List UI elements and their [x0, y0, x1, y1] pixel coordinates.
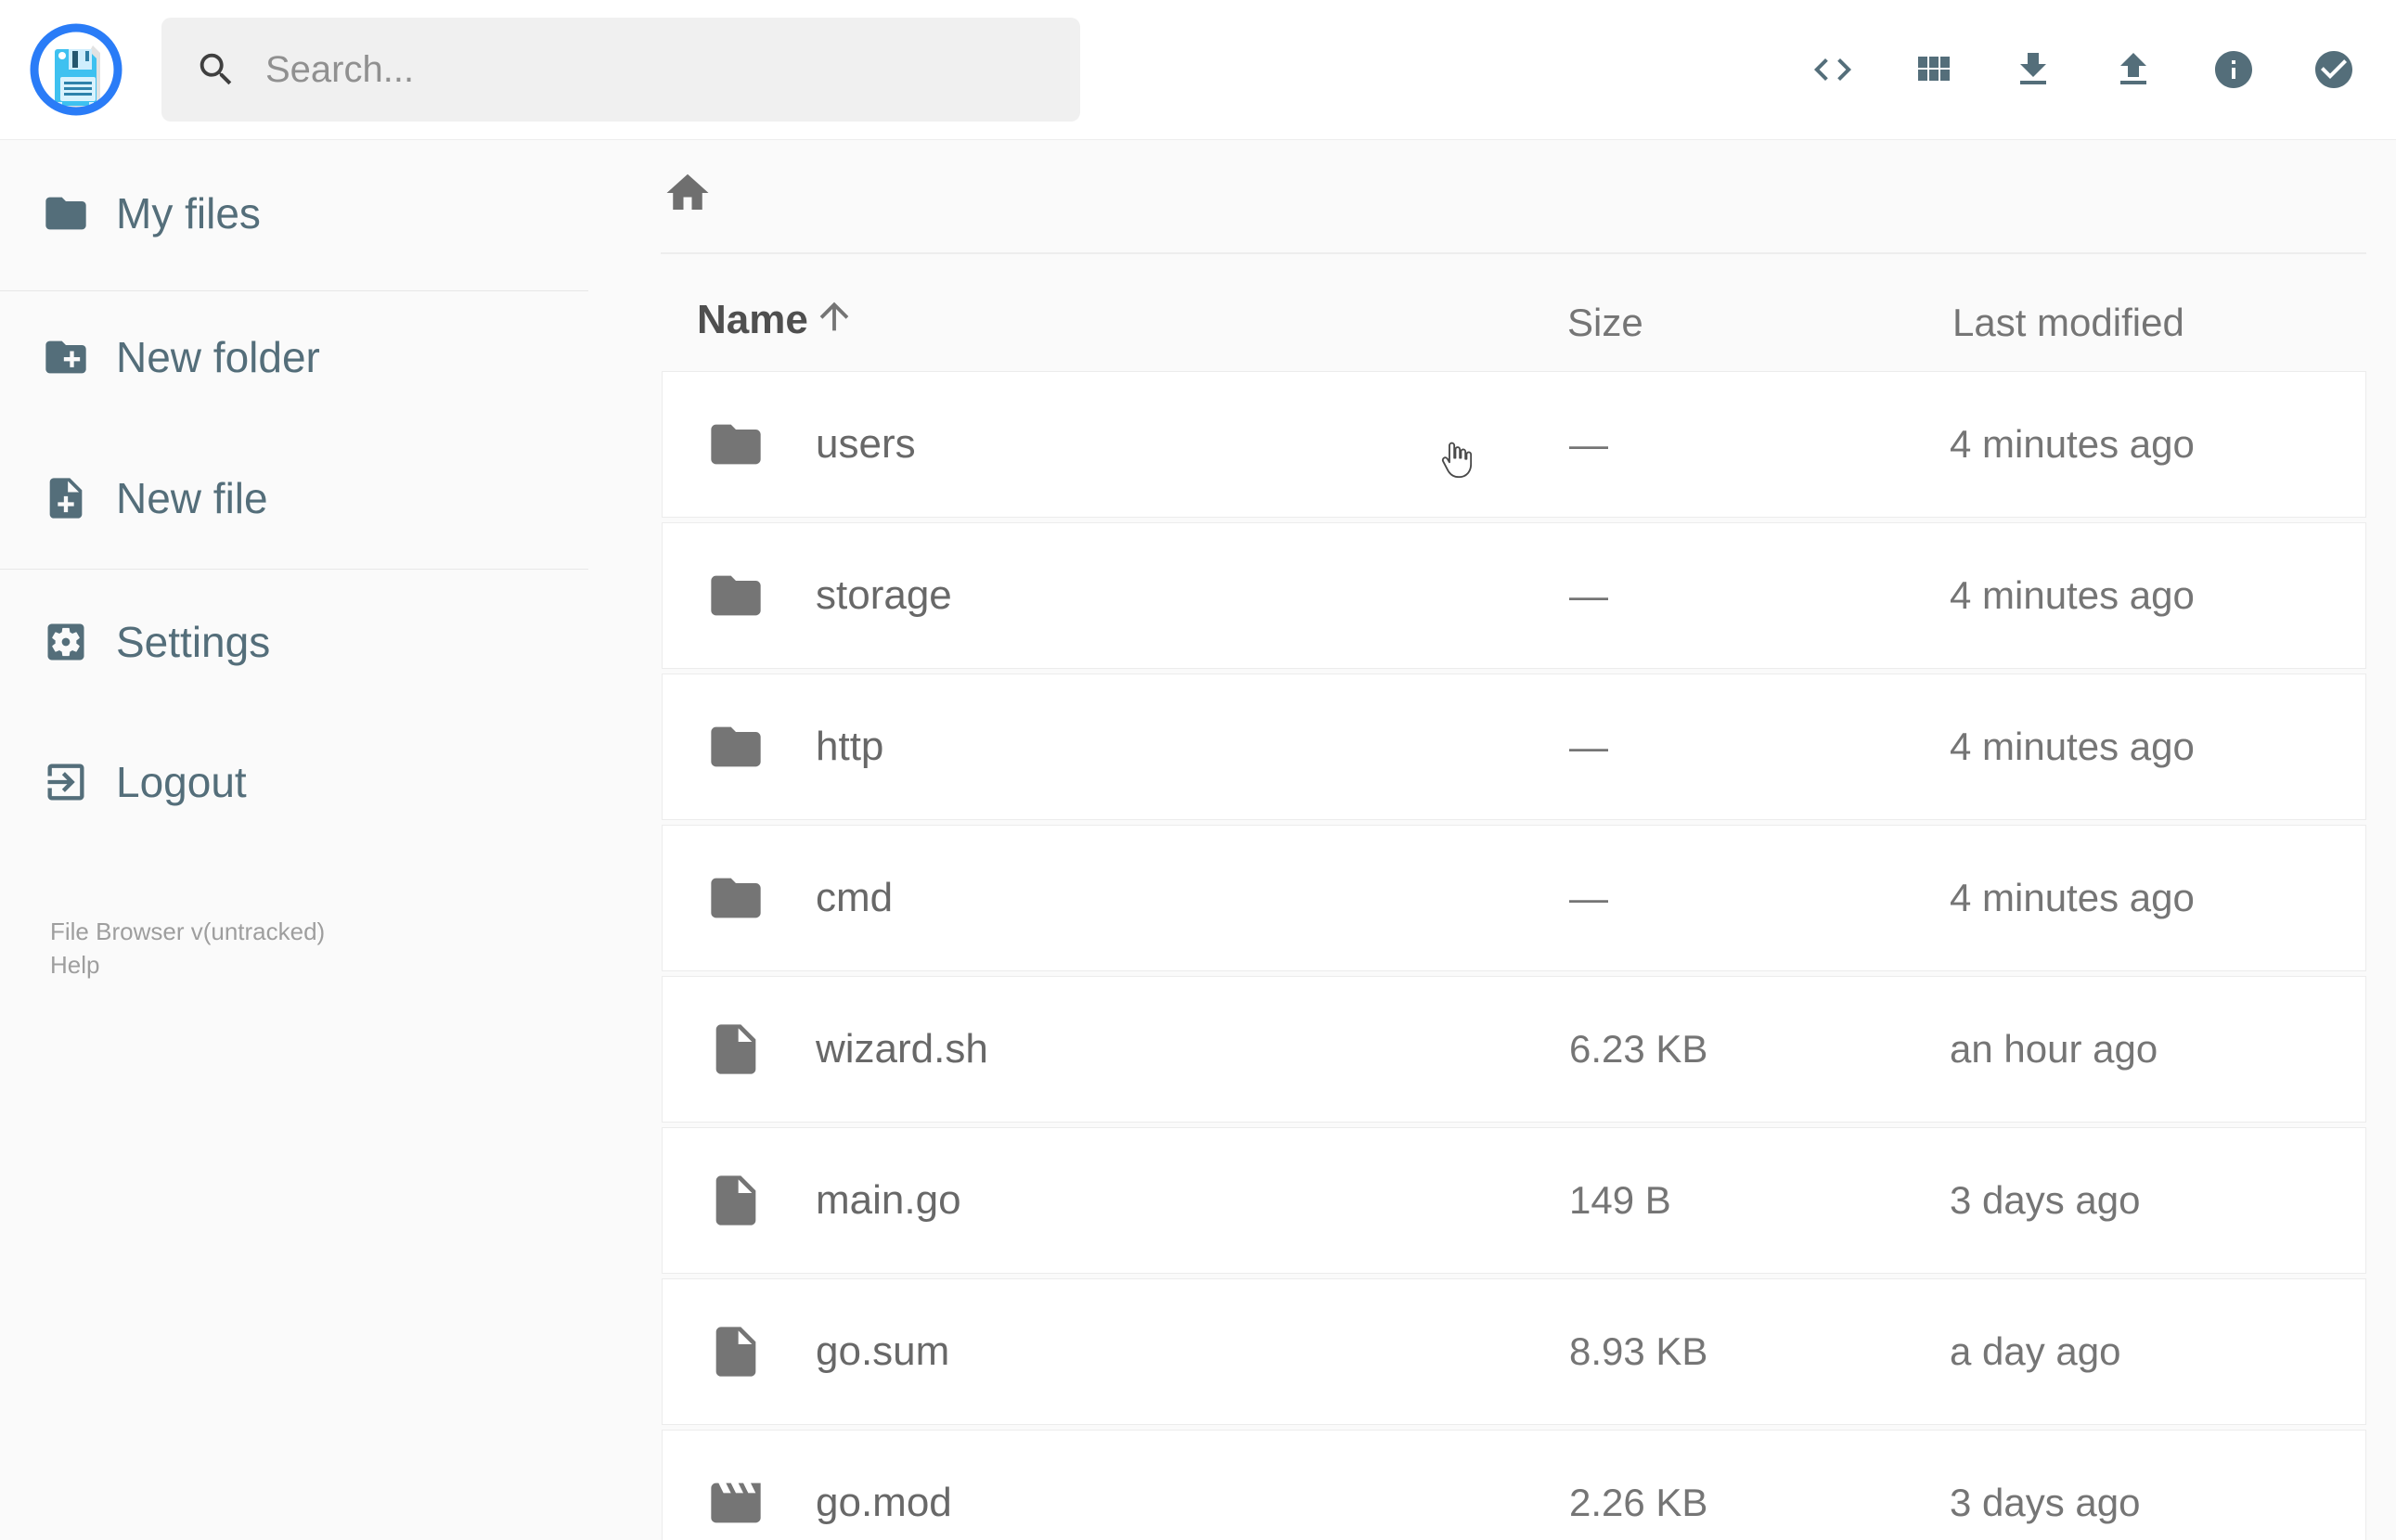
file-modified: 3 days ago — [1950, 1178, 2141, 1222]
file-name: storage — [816, 572, 952, 618]
code-icon — [1810, 47, 1855, 92]
file-modified: 3 days ago — [1950, 1481, 2141, 1524]
file-name: cmd — [816, 875, 894, 920]
download-icon — [2011, 47, 2055, 92]
logout-icon — [42, 758, 90, 806]
file-row-storage[interactable]: storage — 4 minutes ago — [662, 522, 2366, 669]
info-button[interactable] — [2211, 47, 2256, 92]
search-icon — [195, 48, 238, 91]
file-row-wizard-sh[interactable]: wizard.sh 6.23 KB an hour ago — [662, 976, 2366, 1123]
switch-view-button[interactable] — [1911, 47, 1955, 92]
file-name: main.go — [816, 1177, 961, 1223]
sidebar-item-logout[interactable]: Logout — [0, 722, 588, 842]
sidebar-item-new-file[interactable]: New file — [0, 438, 588, 558]
file-name: go.sum — [816, 1328, 950, 1374]
file-size: 2.26 KB — [1569, 1481, 1708, 1524]
raw-view-button — [1810, 47, 1855, 92]
help-link[interactable]: Help — [50, 948, 325, 982]
sidebar-item-new-folder[interactable]: New folder — [0, 297, 588, 417]
folder-icon — [706, 415, 766, 474]
file-name: wizard.sh — [816, 1026, 988, 1072]
file-size: 6.23 KB — [1569, 1027, 1708, 1071]
file-name: go.mod — [816, 1480, 952, 1525]
file-icon — [706, 1322, 766, 1381]
new-folder-icon — [42, 333, 90, 381]
column-header-name[interactable]: Name — [697, 297, 808, 343]
file-name: users — [816, 421, 916, 467]
download-button[interactable] — [2011, 47, 2055, 92]
search-placeholder: Search... — [265, 48, 415, 90]
sidebar-item-label: My files — [116, 189, 261, 237]
file-size: — — [1569, 725, 1608, 768]
column-header-modified[interactable]: Last modified — [1952, 301, 2184, 345]
column-header-size[interactable]: Size — [1567, 301, 1643, 345]
filebrowser-logo-icon[interactable] — [28, 21, 124, 118]
file-modified: 4 minutes ago — [1950, 573, 2195, 617]
folder-icon — [706, 868, 766, 928]
file-size: 149 B — [1569, 1178, 1671, 1222]
sidebar-item-label: Logout — [116, 758, 247, 806]
sidebar-item-my-files[interactable]: My files — [0, 153, 588, 274]
file-row-main-go[interactable]: main.go 149 B 3 days ago — [662, 1127, 2366, 1274]
sort-ascending-icon — [813, 295, 856, 338]
file-row-go-sum[interactable]: go.sum 8.93 KB a day ago — [662, 1278, 2366, 1425]
upload-icon — [2111, 47, 2156, 92]
file-row-go-mod[interactable]: go.mod 2.26 KB 3 days ago — [662, 1430, 2366, 1540]
file-icon — [706, 1171, 766, 1230]
file-size: — — [1569, 573, 1608, 617]
file-modified: an hour ago — [1950, 1027, 2158, 1071]
sidebar-item-label: New folder — [116, 333, 320, 381]
file-modified: 4 minutes ago — [1950, 876, 2195, 919]
file-row-http[interactable]: http — 4 minutes ago — [662, 674, 2366, 820]
sidebar-divider — [0, 290, 588, 291]
folder-icon — [706, 566, 766, 625]
folder-icon — [706, 717, 766, 776]
select-multiple-button[interactable] — [2312, 47, 2356, 92]
toolbar-actions — [1810, 0, 2356, 139]
file-name: http — [816, 724, 884, 769]
grid-icon — [1911, 47, 1955, 92]
file-row-users[interactable]: users — 4 minutes ago — [662, 371, 2366, 518]
sidebar-item-label: Settings — [116, 618, 271, 666]
file-icon — [706, 1020, 766, 1079]
file-size: 8.93 KB — [1569, 1329, 1708, 1373]
home-icon — [663, 168, 713, 218]
sidebar-item-label: New file — [116, 474, 268, 522]
top-bar: Search... — [0, 0, 2396, 139]
sidebar-item-settings[interactable]: Settings — [0, 582, 588, 702]
file-row-cmd[interactable]: cmd — 4 minutes ago — [662, 825, 2366, 971]
search-input[interactable]: Search... — [161, 18, 1080, 122]
movie-icon — [706, 1473, 766, 1533]
breadcrumb-divider — [661, 252, 2366, 254]
settings-icon — [42, 618, 90, 666]
file-size: — — [1569, 876, 1608, 919]
info-icon — [2211, 47, 2256, 92]
app-version: File Browser v(untracked) — [50, 918, 326, 945]
breadcrumb-home-button[interactable] — [663, 168, 713, 218]
file-modified: 4 minutes ago — [1950, 725, 2195, 768]
sidebar-footer: File Browser v(untracked) Help — [50, 915, 325, 982]
new-file-icon — [42, 474, 90, 522]
file-modified: a day ago — [1950, 1329, 2121, 1373]
upload-button[interactable] — [2111, 47, 2156, 92]
folder-icon — [42, 189, 90, 237]
file-size: — — [1569, 422, 1608, 466]
file-listing: users — 4 minutes ago storage — 4 minute… — [662, 371, 2366, 1540]
check-circle-icon — [2312, 47, 2356, 92]
sidebar-divider — [0, 569, 588, 570]
file-modified: 4 minutes ago — [1950, 422, 2195, 466]
